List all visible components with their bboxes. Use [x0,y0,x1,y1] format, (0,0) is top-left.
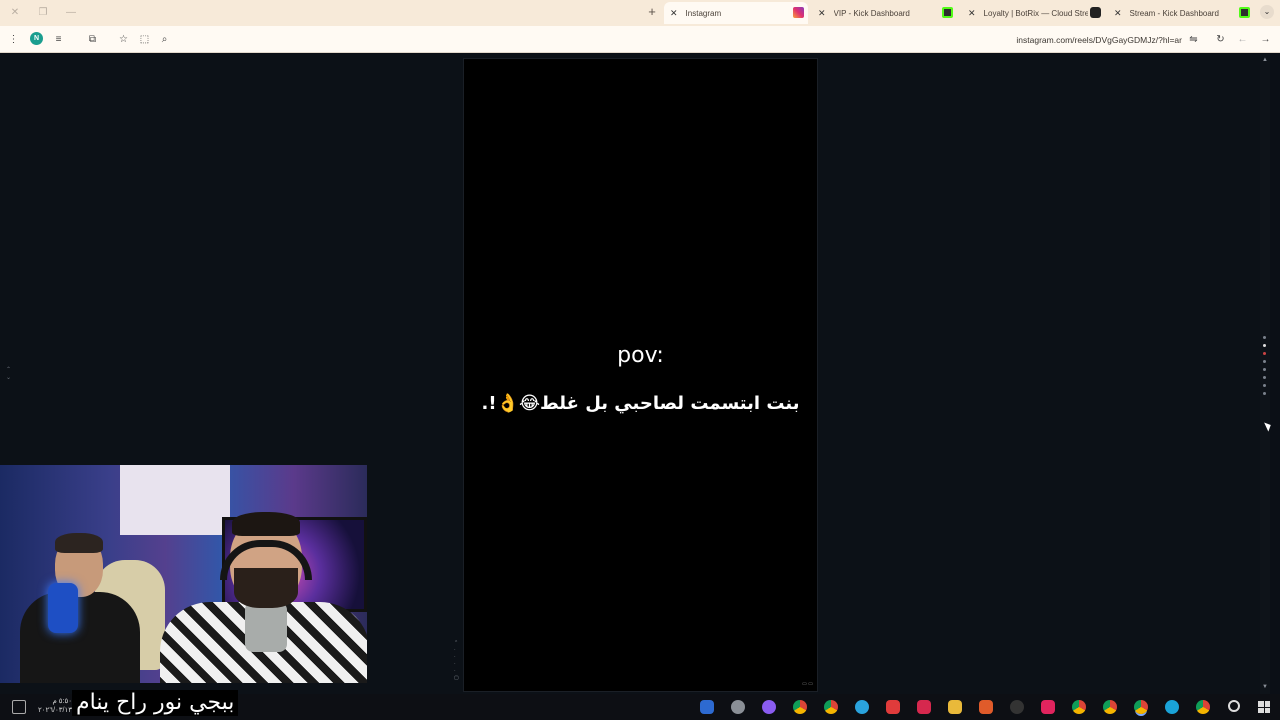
tiktok-icon[interactable] [1041,700,1055,714]
taskbar-app-icon[interactable] [762,700,776,714]
dot-icon[interactable] [1263,360,1266,363]
streamer-left [20,533,140,683]
tab-instagram[interactable]: ✕ Instagram [664,2,808,24]
back-icon[interactable]: → [1259,33,1272,46]
site-settings-icon[interactable]: ⇋ [1187,33,1200,46]
close-tab-icon[interactable]: ✕ [818,8,826,19]
webcam-overlay [0,465,367,683]
dot-icon[interactable] [1263,344,1266,347]
maximize-window-icon[interactable]: ❐ [36,6,50,20]
zoom-search-icon[interactable]: ⌕ [158,33,171,46]
chrome-icon[interactable] [1103,700,1117,714]
left-nav-arrows-icon[interactable]: ⌃ ⌄ [6,366,11,382]
search-icon[interactable] [1228,700,1240,712]
chrome-icon[interactable] [1196,700,1210,714]
tab-search-chevron-icon[interactable]: ⌄ [1260,5,1274,19]
chrome-icon[interactable] [1134,700,1148,714]
reel-side-actions[interactable] [1262,336,1268,400]
microphone-icon [48,583,78,633]
forward-icon[interactable]: ← [1236,33,1249,46]
botrix-favicon-icon [1090,7,1101,18]
dot-icon[interactable] [1263,376,1266,379]
chrome-icon[interactable] [1072,700,1086,714]
dot-icon[interactable] [1263,368,1266,371]
dot-icon[interactable] [1263,352,1266,355]
browser-toolbar: ⋮ N ≡ ⧉ ☆ ⬚ ⌕ instagram.com/reels/DVgGay… [0,26,1280,53]
taskbar-app-icon[interactable] [886,700,900,714]
dot-icon[interactable] [1263,336,1266,339]
file-explorer-icon[interactable] [948,700,962,714]
reel-caption: بنت ابتسمت لصاحبي بل غلط😂👌!. [481,393,800,414]
reel-video[interactable]: pov: بنت ابتسمت لصاحبي بل غلط😂👌!. ▭ ▭ [463,58,818,692]
taskbar-clock[interactable]: ٥:٥٠ م ٢٠٢٦/٠٣/١٣ [36,697,72,715]
instagram-favicon-icon [793,7,804,18]
extensions-icon[interactable]: ⧉ [86,33,99,46]
reel-pov-text: pov: [617,343,664,368]
taskbar-app-icon[interactable] [979,700,993,714]
menu-kebab-icon[interactable]: ⋮ [7,33,20,46]
scroll-down-icon[interactable]: ▼ [1262,684,1268,690]
tab-vip-kick-dashboard[interactable]: ✕ VIP - Kick Dashboard [812,2,952,24]
streamer-right [150,510,367,683]
kick-favicon-icon [1239,7,1250,18]
close-window-icon[interactable]: ✕ [8,6,22,20]
close-tab-icon[interactable]: ✕ [1114,8,1122,19]
telegram-icon[interactable] [855,700,869,714]
close-tab-icon[interactable]: ✕ [670,8,678,19]
minimize-window-icon[interactable]: — [64,6,78,20]
clock-time: ٥:٥٠ م [52,698,72,705]
profile-avatar[interactable]: N [30,32,43,45]
tab-title: Stream - Kick Dashboard [1129,8,1219,18]
taskbar-app-icon[interactable] [917,700,931,714]
tab-strip: ✕ ❐ — + ✕ Instagram ✕ VIP - Kick Dashboa… [0,0,1280,26]
reel-watermark: ▭ ▭ [802,681,813,687]
chrome-icon[interactable] [824,700,838,714]
tab-stream-kick-dashboard[interactable]: ✕ Stream - Kick Dashboard [1108,2,1248,24]
reload-icon[interactable]: ↻ [1214,33,1227,46]
dot-icon[interactable] [1263,384,1266,387]
edge-icon[interactable] [1165,700,1179,714]
new-tab-button[interactable]: + [645,4,659,20]
tab-title: Instagram [685,8,722,18]
tab-title: VIP - Kick Dashboard [833,8,910,18]
tab-title: Loyalty | BotRix — Cloud Stream [983,8,1088,18]
screen: ✕ ❐ — + ✕ Instagram ✕ VIP - Kick Dashboa… [0,0,1280,720]
screenshot-icon[interactable]: ⬚ [138,33,151,46]
start-menu-icon[interactable] [1258,701,1270,713]
dot-icon[interactable] [1263,392,1266,395]
taskbar-app-icon[interactable] [731,700,745,714]
taskbar-app-icon[interactable] [1010,700,1024,714]
bookmark-star-icon[interactable]: ☆ [117,33,130,46]
taskbar-app-icon[interactable] [700,700,714,714]
kick-favicon-icon [942,7,953,18]
address-bar[interactable]: instagram.com/reels/DVgGayGDMJz/?hl=ar [930,35,1182,45]
reading-list-icon[interactable]: ≡ [52,33,65,46]
show-desktop-icon[interactable] [12,700,26,714]
clock-date: ٢٠٢٦/٠٣/١٣ [38,707,72,714]
tab-loyalty-botrix[interactable]: ✕ Loyalty | BotRix — Cloud Stream [962,2,1102,24]
close-tab-icon[interactable]: ✕ [968,8,976,19]
chrome-icon[interactable] [793,700,807,714]
scroll-up-icon[interactable]: ▲ [1262,57,1268,63]
video-controls-icon[interactable]: ⌃ · · · · ▢ [454,640,460,682]
stream-subtitle: ببجي نور راح ينام [72,690,239,716]
